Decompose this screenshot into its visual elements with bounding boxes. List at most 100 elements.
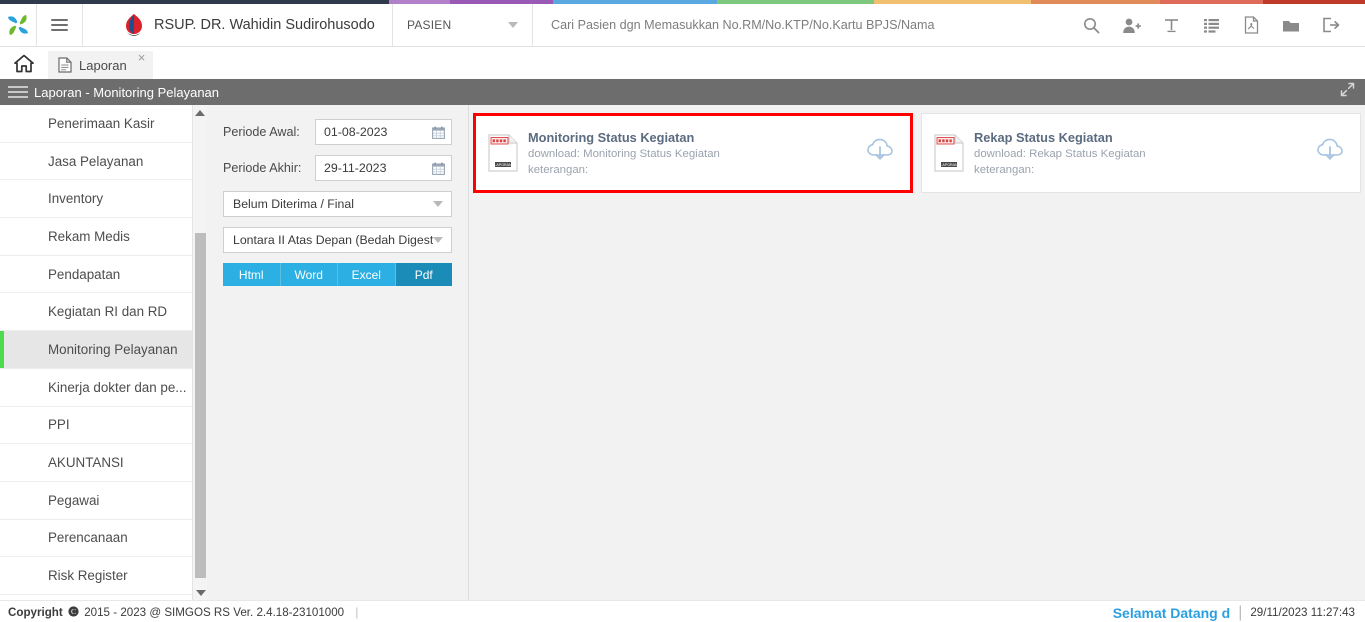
menu-toggle-button[interactable] xyxy=(37,4,83,46)
text-tool-button[interactable] xyxy=(1151,4,1191,47)
list-button[interactable] xyxy=(1191,4,1231,47)
text-tool-icon xyxy=(1164,18,1178,32)
periode-akhir-row: Periode Akhir: xyxy=(223,155,452,181)
body-split: Penerimaan Kasir Jasa Pelayanan Inventory R… xyxy=(0,105,1365,600)
sidebar-item-label: Pegawai xyxy=(48,492,100,508)
chevron-down-icon xyxy=(433,201,443,207)
periode-awal-row: Periode Awal: xyxy=(223,119,452,145)
add-user-icon xyxy=(1122,18,1141,33)
sidebar-item-label: Risk Register xyxy=(48,568,128,584)
pdf-button[interactable] xyxy=(1231,4,1271,47)
sidebar-item-akuntansi[interactable]: AKUNTANSI xyxy=(0,444,206,482)
search-button[interactable] xyxy=(1071,4,1111,47)
report-card-2[interactable]: LAPORAN Rekap Status Kegiatan download: R… xyxy=(921,113,1361,193)
sidebar-item-penerimaan-kasir[interactable]: Penerimaan Kasir xyxy=(0,105,206,143)
scroll-down-button[interactable] xyxy=(193,585,208,600)
sidebar-item-label: Jasa Pelayanan xyxy=(48,153,144,169)
copyright-text: Copyright C 2015 - 2023 @ SIMGOS RS Ver.… xyxy=(8,606,366,619)
report-card-slot: LAPORAN Rekap Status Kegiatan download: R… xyxy=(917,113,1365,193)
footer-divider: | xyxy=(1238,603,1243,621)
report-title: Monitoring Status Kegiatan xyxy=(528,129,695,145)
sidebar-item-ppi[interactable]: PPI xyxy=(0,407,206,445)
report-card-area: LAPORAN Monitoring Status Kegiatan downlo… xyxy=(469,105,1365,600)
sidebar-item-rekam-medis[interactable]: Rekam Medis xyxy=(0,218,206,256)
scroll-up-button[interactable] xyxy=(193,105,207,120)
export-pdf-button[interactable]: Pdf xyxy=(395,263,452,286)
sidebar-item-inventory[interactable]: Inventory xyxy=(0,180,206,219)
periode-akhir-field[interactable] xyxy=(315,155,452,181)
copyright-word: Copyright xyxy=(8,606,63,619)
sidebar-item-kegiatan-ri-dan-rd[interactable]: Kegiatan RI dan RD xyxy=(0,293,206,332)
cloud-download-icon[interactable] xyxy=(1316,138,1344,169)
report-document-icon: LAPORAN xyxy=(488,134,518,172)
home-tab-button[interactable] xyxy=(8,47,40,79)
ruang-select-value: Lontara II Atas Depan (Bedah Digestive & xyxy=(233,233,433,247)
sidebar-item-label: Monitoring Pelayanan xyxy=(48,341,178,357)
sidebar-item-pendapatan[interactable]: Pendapatan xyxy=(0,256,206,294)
tab-laporan[interactable]: Laporan × xyxy=(48,51,154,79)
logout-button[interactable] xyxy=(1311,4,1351,47)
document-icon xyxy=(58,57,72,73)
sidebar-item-label: Kinerja dokter dan pe... xyxy=(48,379,187,395)
report-keterangan-line: keterangan: xyxy=(974,163,1035,176)
tab-label: Laporan xyxy=(79,57,127,73)
svg-text:LAPORAN: LAPORAN xyxy=(940,163,958,167)
brand-logo[interactable] xyxy=(0,4,37,46)
cloud-download-icon[interactable] xyxy=(866,138,894,169)
sidebar-item-jasa-pelayanan[interactable]: Jasa Pelayanan xyxy=(0,143,206,181)
hospital-branding: RSUP. DR. Wahidin Sudirohusodo xyxy=(83,4,393,46)
periode-awal-field[interactable] xyxy=(315,119,452,145)
pinwheel-logo-icon xyxy=(8,15,28,35)
top-header: RSUP. DR. Wahidin Sudirohusodo PASIEN xyxy=(0,4,1365,47)
page-title: Laporan - Monitoring Pelayanan xyxy=(34,84,220,100)
sidebar-item-kinerja-dokter-dan-pe[interactable]: Kinerja dokter dan pe... xyxy=(0,369,206,407)
list-menu-icon[interactable] xyxy=(8,83,28,101)
folder-button[interactable] xyxy=(1271,4,1311,47)
footer-divider: | xyxy=(355,606,359,619)
sidebar-item-monitoring-pelayanan[interactable]: Monitoring Pelayanan xyxy=(0,331,206,369)
patient-scope-label: PASIEN xyxy=(407,18,452,32)
report-card-1[interactable]: LAPORAN Monitoring Status Kegiatan downlo… xyxy=(473,113,913,193)
sidebar-item-label: Inventory xyxy=(48,191,104,207)
list-icon xyxy=(1203,18,1219,33)
report-text-column: Rekap Status Kegiatan download: Rekap Sta… xyxy=(974,129,1306,178)
page-title-bar: Laporan - Monitoring Pelayanan xyxy=(0,79,1365,105)
calendar-icon[interactable] xyxy=(432,162,445,175)
hospital-flame-icon xyxy=(126,14,142,36)
sidebar-item-label: PPI xyxy=(48,417,70,433)
periode-akhir-input[interactable] xyxy=(324,161,428,175)
sidebar-item-label: Kegiatan RI dan RD xyxy=(48,304,168,320)
copyright-icon: C xyxy=(68,606,79,617)
expand-arrows-icon[interactable] xyxy=(1340,82,1355,102)
add-patient-button[interactable] xyxy=(1111,4,1151,47)
tab-close-icon[interactable]: × xyxy=(138,51,146,64)
ruang-select[interactable]: Lontara II Atas Depan (Bedah Digestive & xyxy=(223,227,452,253)
sidebar-item-pegawai[interactable]: Pegawai xyxy=(0,482,206,520)
copyright-details: 2015 - 2023 @ SIMGOS RS Ver. 2.4.18-2310… xyxy=(84,606,345,619)
datetime-text: 29/11/2023 11:27:43 xyxy=(1250,606,1355,619)
report-title: Rekap Status Kegiatan xyxy=(974,129,1113,145)
sidebar-item-label: AKUNTANSI xyxy=(48,455,124,471)
export-html-button[interactable]: Html xyxy=(223,263,281,286)
export-word-button[interactable]: Word xyxy=(280,263,338,286)
search-icon xyxy=(1083,17,1099,33)
patient-scope-select[interactable]: PASIEN xyxy=(393,4,533,46)
sidebar-item-risk-register[interactable]: Risk Register xyxy=(0,557,206,595)
caret-up-icon xyxy=(195,109,205,116)
sidebar-item-label: Perencanaan xyxy=(48,530,128,546)
svg-text:C: C xyxy=(71,607,76,616)
status-select[interactable]: Belum Diterima / Final xyxy=(223,191,452,217)
sidebar-item-perencanaan[interactable]: Perencanaan xyxy=(0,520,206,558)
scrollbar-thumb[interactable] xyxy=(195,233,206,578)
sidebar-scrollbar[interactable] xyxy=(192,105,207,600)
export-excel-button[interactable]: Excel xyxy=(338,263,396,286)
patient-search-input[interactable] xyxy=(551,18,1071,32)
hospital-name: RSUP. DR. Wahidin Sudirohusodo xyxy=(154,17,375,33)
report-keterangan-line: keterangan: xyxy=(528,163,589,176)
caret-down-icon xyxy=(195,589,206,596)
calendar-icon[interactable] xyxy=(432,126,445,139)
footer-right: Selamat Datang d | 29/11/2023 11:27:43 xyxy=(1113,604,1355,622)
periode-awal-input[interactable] xyxy=(324,125,428,139)
report-download-line: download: Rekap Status Kegiatan xyxy=(974,147,1146,160)
tab-bar: Laporan × xyxy=(0,47,1365,79)
